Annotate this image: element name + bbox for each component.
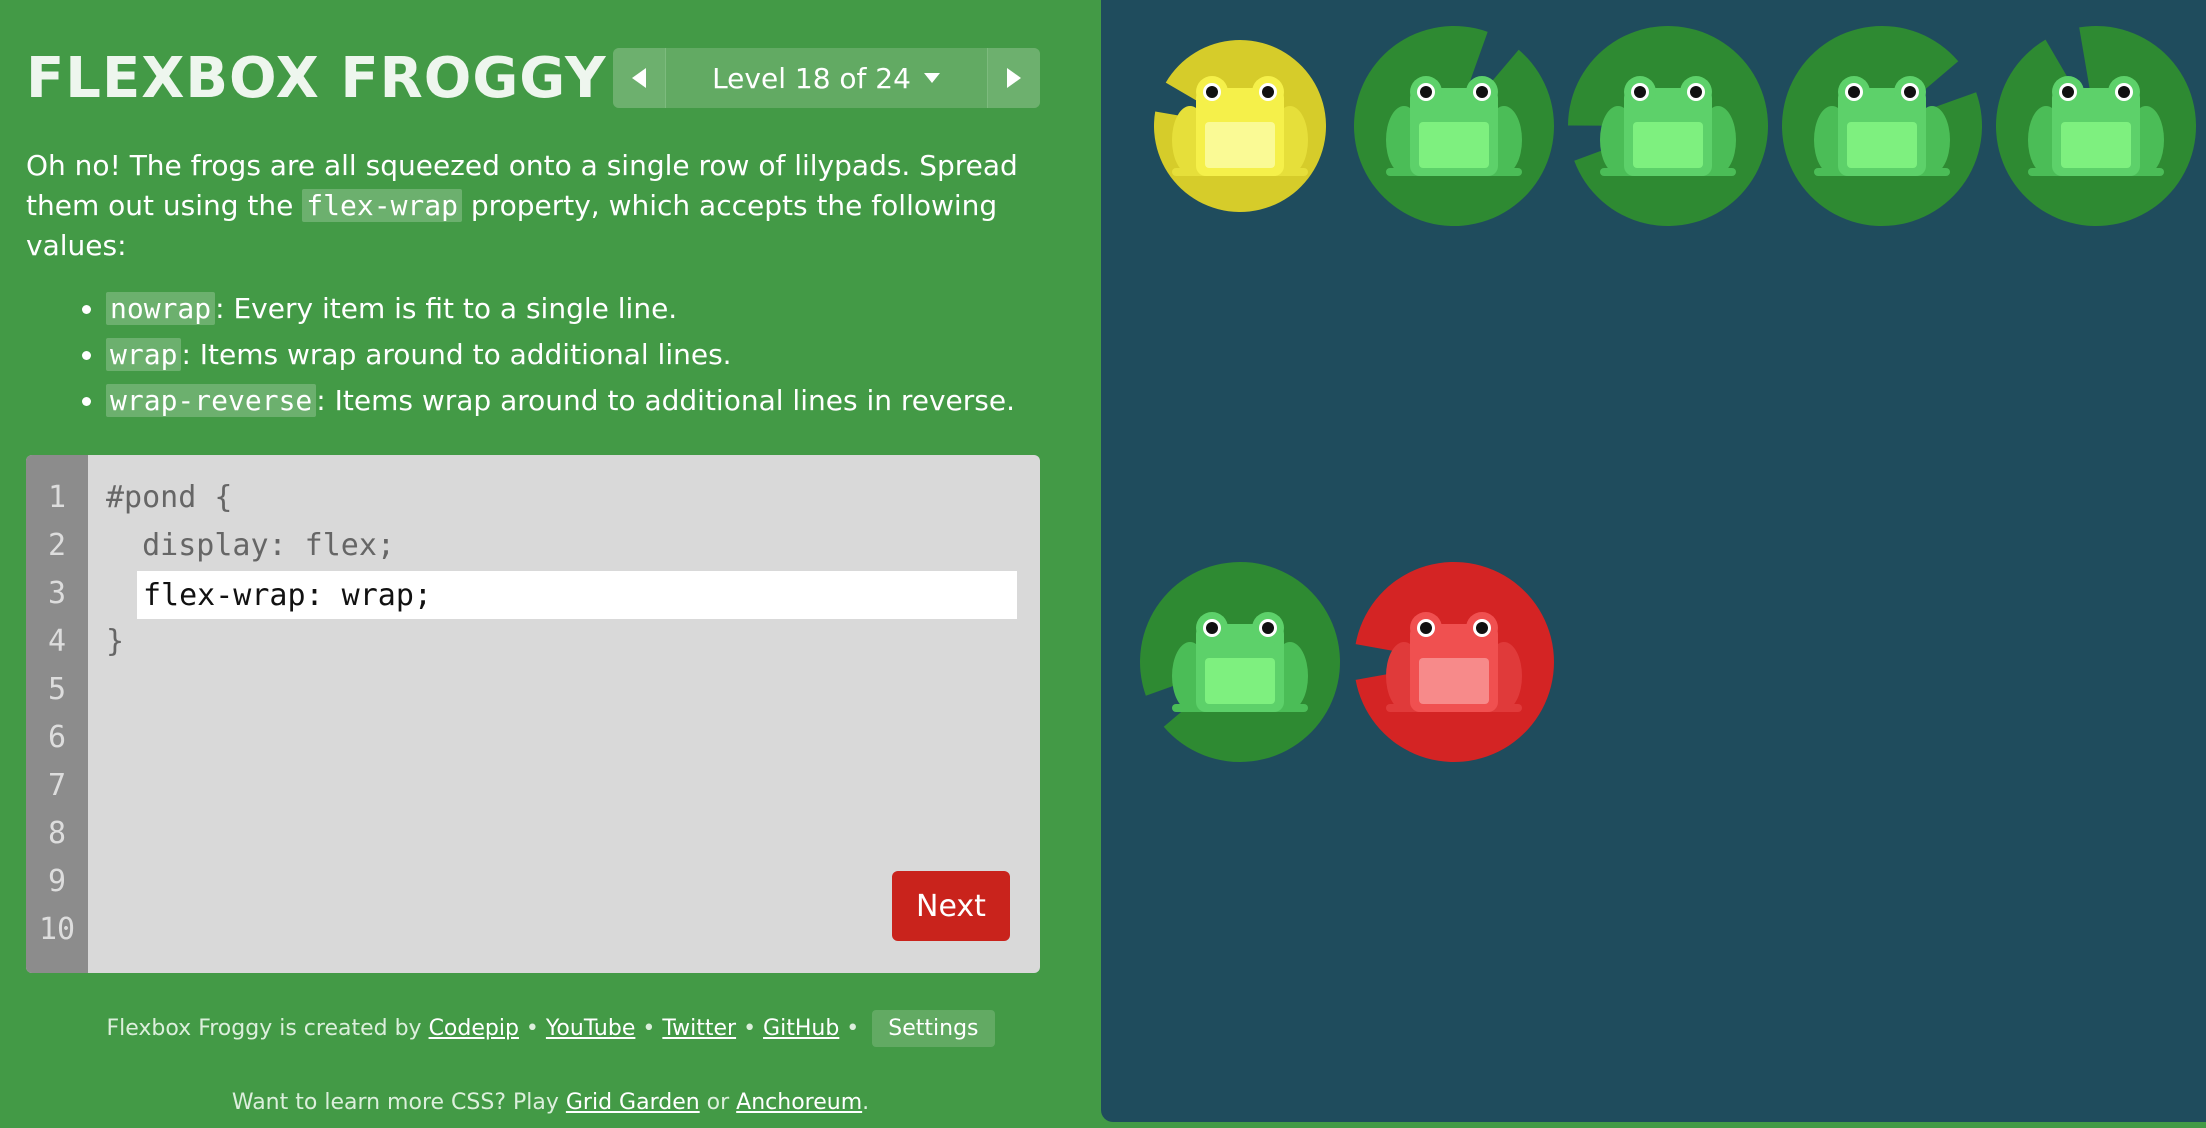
twitter-link[interactable]: Twitter — [662, 1016, 736, 1041]
value-description: : Items wrap around to additional lines. — [181, 338, 732, 371]
flex-wrap-code: flex-wrap — [302, 189, 462, 222]
caret-down-icon — [923, 73, 940, 83]
credits-prefix: Flexbox Froggy is created by — [106, 1016, 429, 1041]
pond — [1101, 0, 2206, 1122]
value-code: nowrap — [106, 292, 216, 325]
promo-middle: or — [699, 1090, 737, 1115]
level-navigation: Level 18 of 24 — [613, 48, 1040, 108]
line-number: 5 — [47, 672, 67, 707]
separator: • — [839, 1016, 867, 1041]
triangle-left-icon — [632, 68, 646, 88]
separator: • — [736, 1016, 764, 1041]
line-number: 9 — [47, 864, 67, 899]
more-css-promo: Want to learn more CSS? Play Grid Garden… — [0, 1090, 1101, 1115]
list-item: wrap-reverse: Items wrap around to addit… — [106, 378, 1036, 424]
level-label: Level 18 of 24 — [712, 61, 911, 95]
line-number: 6 — [47, 720, 67, 755]
list-item: nowrap: Every item is fit to a single li… — [106, 286, 1036, 332]
previous-level-button[interactable] — [613, 48, 665, 108]
line-number: 3 — [47, 576, 67, 611]
youtube-link[interactable]: YouTube — [546, 1016, 635, 1041]
github-link[interactable]: GitHub — [763, 1016, 839, 1041]
instructions: Oh no! The frogs are all squeezed onto a… — [26, 146, 1036, 424]
value-description: : Items wrap around to additional lines … — [316, 384, 1016, 417]
anchoreum-link[interactable]: Anchoreum — [736, 1090, 862, 1115]
value-description: : Every item is fit to a single line. — [215, 292, 678, 325]
grid-garden-link[interactable]: Grid Garden — [566, 1090, 700, 1115]
separator: • — [635, 1016, 663, 1041]
values-list: nowrap: Every item is fit to a single li… — [26, 286, 1036, 424]
line-number: 7 — [47, 768, 67, 803]
css-answer-input[interactable] — [137, 571, 1017, 619]
line-number: 8 — [47, 816, 67, 851]
settings-button[interactable]: Settings — [872, 1010, 995, 1047]
intro-paragraph: Oh no! The frogs are all squeezed onto a… — [26, 146, 1036, 266]
promo-suffix: . — [862, 1090, 870, 1115]
pond-canvas — [1140, 25, 2196, 762]
line-number: 1 — [47, 480, 67, 515]
value-code: wrap-reverse — [106, 384, 317, 417]
next-button[interactable]: Next — [892, 871, 1010, 941]
separator: • — [518, 1016, 546, 1041]
line-numbers: 1 2 3 4 5 6 7 8 9 10 — [26, 455, 88, 973]
code-line-2: display: flex; — [106, 528, 395, 563]
list-item: wrap: Items wrap around to additional li… — [106, 332, 1036, 378]
level-selector[interactable]: Level 18 of 24 — [665, 48, 988, 108]
credits: Flexbox Froggy is created by Codepip • Y… — [0, 1010, 1101, 1047]
code-line-1: #pond { — [106, 480, 233, 515]
value-code: wrap — [106, 338, 182, 371]
line-number: 10 — [38, 912, 76, 947]
code-area: #pond { display: flex; } — [106, 474, 1040, 666]
promo-prefix: Want to learn more CSS? Play — [231, 1090, 566, 1115]
css-editor: 1 2 3 4 5 6 7 8 9 10 #pond { display: fl… — [26, 455, 1040, 973]
sidebar: FLEXBOX FROGGY Level 18 of 24 Oh no! The… — [0, 0, 1101, 1128]
code-line-4: } — [106, 624, 125, 659]
codepip-link[interactable]: Codepip — [429, 1016, 519, 1041]
game-title: FLEXBOX FROGGY — [26, 46, 607, 111]
triangle-right-icon — [1007, 68, 1021, 88]
line-number: 4 — [47, 624, 67, 659]
next-level-button[interactable] — [988, 48, 1040, 108]
line-number: 2 — [47, 528, 67, 563]
